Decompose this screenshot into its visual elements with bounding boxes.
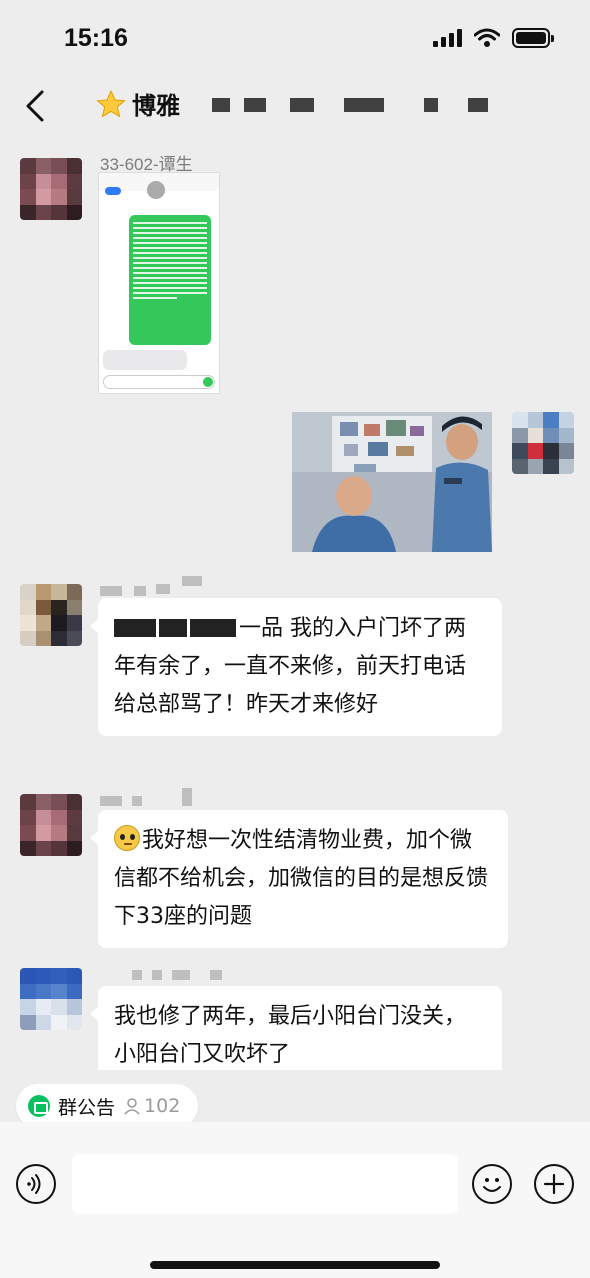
home-indicator: [150, 1261, 440, 1269]
screenshot-input: [103, 375, 215, 389]
message-text: 我也修了两年，最后小阳台门没关，小阳台门又吹坏了: [114, 1004, 467, 1067]
message-bubble[interactable]: 一品 我的入户门坏了两年有余了，一直不来修，前天打电话给总部骂了！昨天才来修好: [90, 598, 502, 736]
message-image-screenshot[interactable]: [98, 172, 220, 394]
input-bar: [0, 1122, 590, 1278]
member-count: 102: [123, 1095, 180, 1117]
title-redaction: [290, 98, 314, 112]
message-input[interactable]: [72, 1154, 458, 1214]
sender-name-redacted: [182, 788, 192, 806]
avatar[interactable]: [20, 968, 82, 1030]
avatar[interactable]: [20, 794, 82, 856]
sender-name-redacted: [182, 576, 202, 586]
group-notice-label: 群公告: [58, 1096, 116, 1119]
message-image-photo[interactable]: [292, 412, 492, 552]
sender-name-redacted: [100, 586, 122, 596]
message-list[interactable]: 33-602-谭生 一品 我的入户门坏了两年有余了，一直不来修，前天打电话给总部…: [0, 134, 590, 1070]
avatar[interactable]: [20, 158, 82, 220]
chat-title-text: 博雅: [132, 92, 180, 120]
more-actions-button[interactable]: [534, 1164, 574, 1204]
screenshot-send-icon: [203, 377, 213, 387]
status-icons: [433, 28, 554, 48]
message-bubble[interactable]: 我好想一次性结清物业费，加个微信都不给机会，加微信的目的是想反馈下33座的问题: [90, 810, 508, 948]
text-redaction: [190, 619, 236, 637]
title-redaction: [424, 98, 438, 112]
sender-name-redacted: [134, 586, 146, 596]
voice-input-button[interactable]: [16, 1164, 56, 1204]
title-redaction: [212, 98, 230, 112]
flushed-face-emoji-icon: [114, 825, 140, 851]
star-icon: [96, 89, 126, 118]
announcement-icon: [28, 1095, 50, 1117]
sender-name-redacted: [156, 584, 170, 594]
emoji-button[interactable]: [472, 1164, 512, 1204]
sender-name-redacted: [152, 970, 162, 980]
chat-title[interactable]: 博雅: [96, 86, 180, 121]
screenshot-avatar: [147, 181, 165, 199]
cellular-signal-icon: [433, 29, 462, 47]
battery-icon: [512, 28, 554, 48]
message-bubble[interactable]: 我也修了两年，最后小阳台门没关，小阳台门又吹坏了: [90, 986, 502, 1070]
member-count-value: 102: [144, 1095, 181, 1117]
status-time: 15:16: [64, 24, 128, 52]
title-redaction: [468, 98, 488, 112]
wifi-icon: [474, 28, 500, 47]
person-icon: [124, 1098, 140, 1115]
message-text: 我好想一次性结清物业费，加个微信都不给机会，加微信的目的是想反馈下33座的问题: [114, 828, 489, 929]
smiley-icon: [483, 1178, 501, 1192]
back-chevron-icon[interactable]: [18, 86, 54, 126]
text-redaction: [114, 619, 156, 637]
title-redaction: [344, 98, 384, 112]
avatar[interactable]: [20, 584, 82, 646]
sender-name-redacted: [210, 970, 222, 980]
my-avatar[interactable]: [512, 412, 574, 474]
status-bar: 15:16: [0, 0, 590, 80]
sender-name-redacted: [132, 796, 142, 806]
sender-name-redacted: [100, 796, 122, 806]
text-redaction: [159, 619, 187, 637]
chat-header: 博雅: [0, 80, 590, 134]
sender-name-redacted: [172, 970, 190, 980]
screenshot-back-button: [105, 187, 121, 195]
voice-icon: [27, 1174, 41, 1194]
title-redaction: [244, 98, 266, 112]
photo-content: [292, 412, 492, 552]
sender-name-redacted: [132, 970, 142, 980]
screenshot-grey-bubble: [103, 350, 187, 370]
screenshot-green-bubble: [129, 215, 211, 345]
plus-icon: [543, 1173, 565, 1195]
